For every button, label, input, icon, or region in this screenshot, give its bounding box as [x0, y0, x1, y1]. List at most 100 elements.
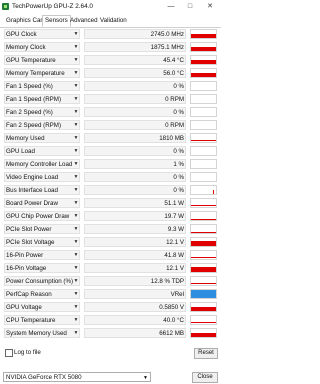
chevron-down-icon[interactable]: ▼ — [72, 328, 80, 338]
sensor-label-dropdown[interactable]: 16-Pin Voltage — [4, 263, 80, 273]
sensor-row: PerfCap Reason ▼ VRel — [4, 289, 217, 300]
sensor-label-dropdown[interactable]: Fan 1 Speed (RPM) — [4, 94, 80, 104]
sensor-label-dropdown[interactable]: GPU Chip Power Draw — [4, 211, 80, 221]
sensor-graph[interactable] — [190, 185, 217, 195]
tab-sensors[interactable]: Sensors — [42, 15, 71, 27]
chevron-down-icon[interactable]: ▼ — [72, 68, 80, 78]
sensor-label-dropdown[interactable]: Fan 1 Speed (%) — [4, 81, 80, 91]
tab-advanced[interactable]: Advanced — [68, 16, 100, 26]
chevron-down-icon[interactable]: ▼ — [72, 159, 80, 169]
chevron-down-icon[interactable]: ▼ — [72, 29, 80, 39]
sensor-label: 16-Pin Power — [6, 252, 44, 259]
sensor-row: Memory Controller Load ▼ 1 % — [4, 159, 217, 170]
gpu-select-value: NVIDIA GeForce RTX 5080 — [6, 374, 82, 381]
sensor-row: CPU Temperature ▼ 40.0 °C — [4, 315, 217, 326]
chevron-down-icon[interactable]: ▼ — [72, 185, 80, 195]
sensor-graph[interactable] — [190, 289, 217, 299]
sensor-label: Video Engine Load — [6, 174, 59, 181]
sensor-label-dropdown[interactable]: Bus Interface Load — [4, 185, 80, 195]
sensor-graph-fill — [191, 290, 216, 298]
sensor-graph[interactable] — [190, 120, 217, 130]
sensor-graph[interactable] — [190, 42, 217, 52]
sensor-graph[interactable] — [190, 263, 217, 273]
sensor-label-dropdown[interactable]: Board Power Draw — [4, 198, 80, 208]
sensor-label-dropdown[interactable]: GPU Load — [4, 146, 80, 156]
sensor-label: Fan 2 Speed (%) — [6, 109, 53, 116]
minimize-button[interactable]: — — [164, 1, 178, 13]
sensor-graph[interactable] — [190, 29, 217, 39]
sensor-graph[interactable] — [190, 211, 217, 221]
chevron-down-icon[interactable]: ▼ — [72, 289, 80, 299]
chevron-down-icon[interactable]: ▼ — [72, 94, 80, 104]
sensor-graph[interactable] — [190, 276, 217, 286]
chevron-down-icon[interactable]: ▼ — [72, 133, 80, 143]
close-button[interactable]: Close — [192, 372, 218, 383]
tab-validation[interactable]: Validation — [98, 16, 129, 26]
chevron-down-icon[interactable]: ▼ — [72, 237, 80, 247]
sensor-row: Bus Interface Load ▼ 0 % — [4, 185, 217, 196]
chevron-down-icon[interactable]: ▼ — [72, 302, 80, 312]
chevron-down-icon[interactable]: ▼ — [72, 315, 80, 325]
sensor-graph[interactable] — [190, 94, 217, 104]
sensor-label-dropdown[interactable]: Video Engine Load — [4, 172, 80, 182]
sensor-label-dropdown[interactable]: GPU Temperature — [4, 55, 80, 65]
close-window-button[interactable]: ✕ — [203, 1, 217, 13]
sensor-label-dropdown[interactable]: Memory Controller Load — [4, 159, 80, 169]
sensor-graph[interactable] — [190, 237, 217, 247]
chevron-down-icon[interactable]: ▼ — [72, 198, 80, 208]
chevron-down-icon[interactable]: ▼ — [72, 107, 80, 117]
sensor-label-dropdown[interactable]: PCIe Slot Power — [4, 224, 80, 234]
sensor-label-dropdown[interactable]: GPU Clock — [4, 29, 80, 39]
sensor-label: Fan 2 Speed (RPM) — [6, 122, 62, 129]
sensor-graph[interactable] — [190, 133, 217, 143]
sensor-graph[interactable] — [190, 328, 217, 338]
sensor-label: PerfCap Reason — [6, 291, 52, 298]
sensor-label: Memory Controller Load — [6, 161, 73, 168]
sensor-label: Fan 1 Speed (RPM) — [6, 96, 62, 103]
sensor-graph[interactable] — [190, 172, 217, 182]
sensor-row: Fan 2 Speed (%) ▼ 0 % — [4, 107, 217, 118]
sensor-label-dropdown[interactable]: Memory Clock — [4, 42, 80, 52]
chevron-down-icon[interactable]: ▼ — [72, 276, 80, 286]
chevron-down-icon[interactable]: ▼ — [72, 55, 80, 65]
gpu-select-dropdown[interactable]: NVIDIA GeForce RTX 5080 ▼ — [3, 372, 151, 382]
chevron-down-icon[interactable]: ▼ — [72, 120, 80, 130]
chevron-down-icon[interactable]: ▼ — [72, 250, 80, 260]
sensor-graph[interactable] — [190, 55, 217, 65]
chevron-down-icon[interactable]: ▼ — [72, 224, 80, 234]
sensor-graph-fill — [191, 267, 216, 272]
sensor-value: 51.1 W — [84, 198, 186, 208]
sensor-label-dropdown[interactable]: PerfCap Reason — [4, 289, 80, 299]
sensor-graph-fill — [191, 205, 216, 206]
chevron-down-icon[interactable]: ▼ — [72, 172, 80, 182]
sensor-graph[interactable] — [190, 81, 217, 91]
sensor-graph[interactable] — [190, 68, 217, 78]
sensor-graph[interactable] — [190, 224, 217, 234]
maximize-button[interactable]: □ — [183, 1, 197, 13]
sensor-label-dropdown[interactable]: System Memory Used — [4, 328, 80, 338]
sensor-label-dropdown[interactable]: Power Consumption (%) — [4, 276, 80, 286]
sensor-label-dropdown[interactable]: Memory Used — [4, 133, 80, 143]
reset-button[interactable]: Reset — [194, 348, 218, 359]
sensor-graph[interactable] — [190, 250, 217, 260]
sensor-graph[interactable] — [190, 159, 217, 169]
chevron-down-icon[interactable]: ▼ — [72, 211, 80, 221]
sensor-graph[interactable] — [190, 315, 217, 325]
chevron-down-icon[interactable]: ▼ — [72, 263, 80, 273]
window-title: TechPowerUp GPU-Z 2.64.0 — [12, 3, 93, 10]
sensor-label-dropdown[interactable]: 16-Pin Power — [4, 250, 80, 260]
log-to-file-checkbox[interactable] — [5, 349, 13, 357]
sensor-label-dropdown[interactable]: Fan 2 Speed (%) — [4, 107, 80, 117]
sensor-graph[interactable] — [190, 198, 217, 208]
sensor-label-dropdown[interactable]: Memory Temperature — [4, 68, 80, 78]
sensor-label-dropdown[interactable]: PCIe Slot Voltage — [4, 237, 80, 247]
sensor-graph[interactable] — [190, 107, 217, 117]
chevron-down-icon[interactable]: ▼ — [72, 81, 80, 91]
chevron-down-icon[interactable]: ▼ — [72, 146, 80, 156]
sensor-label-dropdown[interactable]: CPU Temperature — [4, 315, 80, 325]
sensor-graph[interactable] — [190, 146, 217, 156]
sensor-label-dropdown[interactable]: GPU Voltage — [4, 302, 80, 312]
sensor-label-dropdown[interactable]: Fan 2 Speed (RPM) — [4, 120, 80, 130]
sensor-graph[interactable] — [190, 302, 217, 312]
chevron-down-icon[interactable]: ▼ — [72, 42, 80, 52]
